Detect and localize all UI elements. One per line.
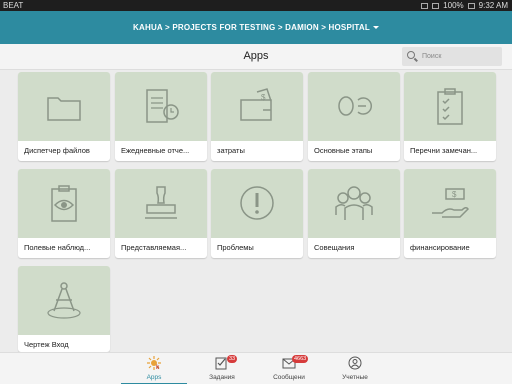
app-tile-issues[interactable]: Проблемы: [211, 169, 303, 258]
status-left-text: ВЕАТ: [3, 1, 24, 10]
battery-level: 100%: [443, 1, 464, 10]
funding-icon: $: [432, 188, 469, 218]
app-tile-label: финансирование: [410, 243, 470, 252]
user-icon: [348, 356, 362, 370]
svg-text:$: $: [452, 190, 457, 199]
tab-label: Учетные: [342, 374, 368, 381]
battery-icon: [467, 2, 475, 9]
app-tile-meetings[interactable]: Совещания: [308, 169, 400, 258]
project-breadcrumb-header[interactable]: KAHUA > PROJECTS FOR TESTING > DAMION > …: [0, 11, 512, 44]
title-bar: Apps: [0, 44, 512, 70]
search-input[interactable]: [422, 50, 498, 63]
daily-report-icon: [146, 89, 179, 123]
app-tile-art: [18, 169, 110, 238]
tab-apps[interactable]: k Apps: [121, 353, 187, 384]
app-tile-submittals[interactable]: Представляемая...: [115, 169, 207, 258]
app-tile-label: Ежедневные отче...: [121, 146, 190, 155]
checklist-icon: [437, 88, 463, 125]
app-tile-label: Перечни замечан...: [410, 146, 478, 155]
app-tile-label: Полевые наблюд...: [24, 243, 91, 252]
app-tile-funding[interactable]: $ финансирование: [404, 169, 496, 258]
tab-messages[interactable]: 4663 Сообщени: [256, 353, 322, 384]
tasks-badge: 33: [227, 355, 238, 363]
app-tile-label: затраты: [217, 146, 245, 155]
app-tile-label: Совещания: [314, 243, 355, 252]
chevron-down-icon[interactable]: [372, 26, 379, 30]
tab-tasks[interactable]: 33 Задания: [189, 353, 255, 384]
svg-text:$: $: [261, 93, 266, 102]
status-bar: ВЕАТ 100% 9:32 AM: [0, 0, 512, 11]
wifi-icon: [432, 2, 440, 9]
svg-text:k: k: [156, 365, 160, 370]
app-tile-daily-reports[interactable]: Ежедневные отче...: [115, 72, 207, 161]
app-tile-art: [115, 169, 207, 238]
app-tile-milestones[interactable]: Основные этапы: [308, 72, 400, 161]
app-tile-art: [115, 72, 207, 141]
messages-badge: 4663: [292, 355, 309, 363]
search-icon: [407, 51, 415, 59]
milestone-icon: [338, 96, 373, 116]
app-tile-art: [18, 266, 110, 335]
app-tile-field-observations[interactable]: Полевые наблюд...: [18, 169, 110, 258]
app-tile-costs[interactable]: $ затраты: [211, 72, 303, 161]
app-tile-punch-lists[interactable]: Перечни замечан...: [404, 72, 496, 161]
tab-label: Apps: [146, 374, 162, 381]
breadcrumb[interactable]: KAHUA > PROJECTS FOR TESTING > DAMION > …: [133, 23, 370, 32]
app-tile-art: [18, 72, 110, 141]
app-tile-art: [404, 72, 496, 141]
app-tile-art: $: [404, 169, 496, 238]
app-tile-art: [211, 169, 303, 238]
folder-icon: [47, 97, 81, 121]
status-time: 9:32 AM: [478, 1, 508, 10]
app-tile-label: Диспетчер файлов: [24, 146, 90, 155]
tab-accounts[interactable]: Учетные: [322, 353, 388, 384]
app-tile-drawing-log[interactable]: Чертеж Вход: [18, 266, 110, 352]
app-tile-label: Чертеж Вход: [24, 340, 69, 349]
bottom-tab-bar: k Apps 33 Задания 4663 Сообщени Учетные: [0, 352, 512, 384]
app-tile-label: Представляемая...: [121, 243, 187, 252]
wallet-icon: $: [240, 88, 272, 121]
app-tile-art: $: [211, 72, 303, 141]
stamp-icon: [145, 186, 177, 219]
app-tile-file-manager[interactable]: Диспетчер файлов: [18, 72, 110, 161]
issue-icon: [240, 186, 274, 220]
drawing-icon: [47, 282, 81, 319]
apps-logo-icon: k: [147, 356, 161, 370]
app-tile-art: [308, 72, 400, 141]
bluetooth-icon: [421, 2, 429, 9]
app-tile-art: [308, 169, 400, 238]
app-tile-label: Основные этапы: [314, 146, 373, 155]
tab-label: Сообщени: [273, 374, 305, 381]
meeting-icon: [335, 186, 373, 220]
tab-label: Задания: [209, 374, 235, 381]
search-box[interactable]: [402, 47, 502, 66]
observation-icon: [51, 185, 77, 222]
app-tile-label: Проблемы: [217, 243, 254, 252]
